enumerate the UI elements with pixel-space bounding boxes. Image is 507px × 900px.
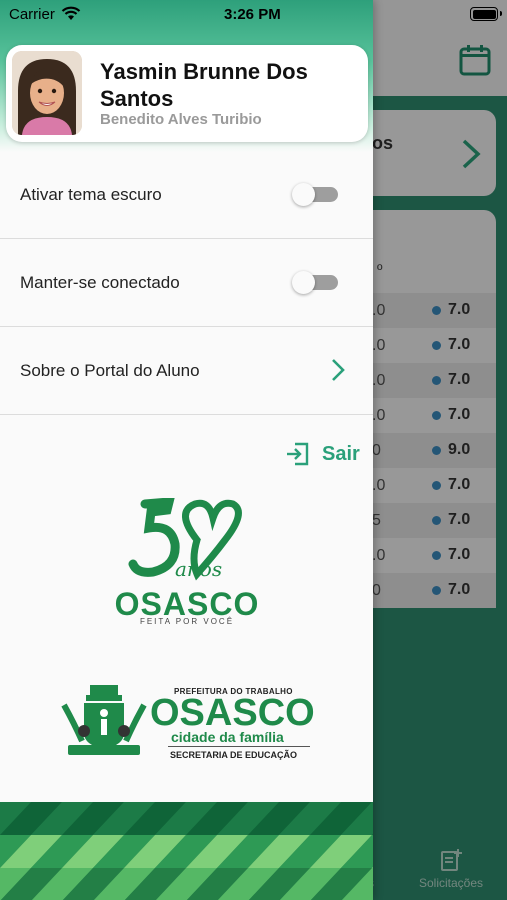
anos-script: anos	[175, 557, 222, 581]
department-name: SECRETARIA DE EDUCAÇÃO	[170, 750, 298, 760]
menu-item-stay-connected[interactable]: Manter-se conectado	[0, 239, 373, 327]
logout-icon	[287, 442, 309, 466]
dark-theme-label: Ativar tema escuro	[20, 185, 162, 204]
carrier-label: Carrier	[9, 6, 55, 23]
about-label: Sobre o Portal do Aluno	[20, 361, 200, 380]
status-time: 3:26 PM	[224, 6, 281, 23]
school-name: Benedito Alves Turibio	[100, 111, 262, 128]
avatar-photo	[12, 51, 82, 135]
menu-item-dark-theme[interactable]: Ativar tema escuro	[0, 151, 373, 239]
wifi-icon	[61, 6, 81, 20]
city-crest-icon	[61, 685, 147, 755]
decorative-pattern	[0, 802, 373, 900]
student-avatar	[12, 51, 82, 135]
osasco-tagline: FEITA POR VOCÊ	[139, 617, 235, 626]
logout-label: Sair	[322, 443, 360, 465]
stay-connected-toggle[interactable]	[292, 271, 338, 294]
prefeitura-tagline: cidade da família	[171, 729, 284, 745]
stay-connected-label: Manter-se conectado	[20, 273, 180, 292]
chevron-right-icon	[332, 359, 345, 381]
menu-item-about[interactable]: Sobre o Portal do Aluno	[0, 327, 373, 415]
logo-divider	[168, 746, 310, 747]
battery-icon	[470, 7, 502, 21]
student-name: Yasmin Brunne Dos Santos	[100, 59, 308, 111]
logout-button[interactable]: Sair	[285, 440, 365, 468]
profile-card[interactable]: Yasmin Brunne Dos Santos Benedito Alves …	[6, 45, 368, 142]
status-bar: Carrier 3:26 PM	[0, 0, 507, 28]
dark-theme-toggle[interactable]	[292, 183, 338, 206]
side-drawer: Yasmin Brunne Dos Santos Benedito Alves …	[0, 0, 373, 900]
